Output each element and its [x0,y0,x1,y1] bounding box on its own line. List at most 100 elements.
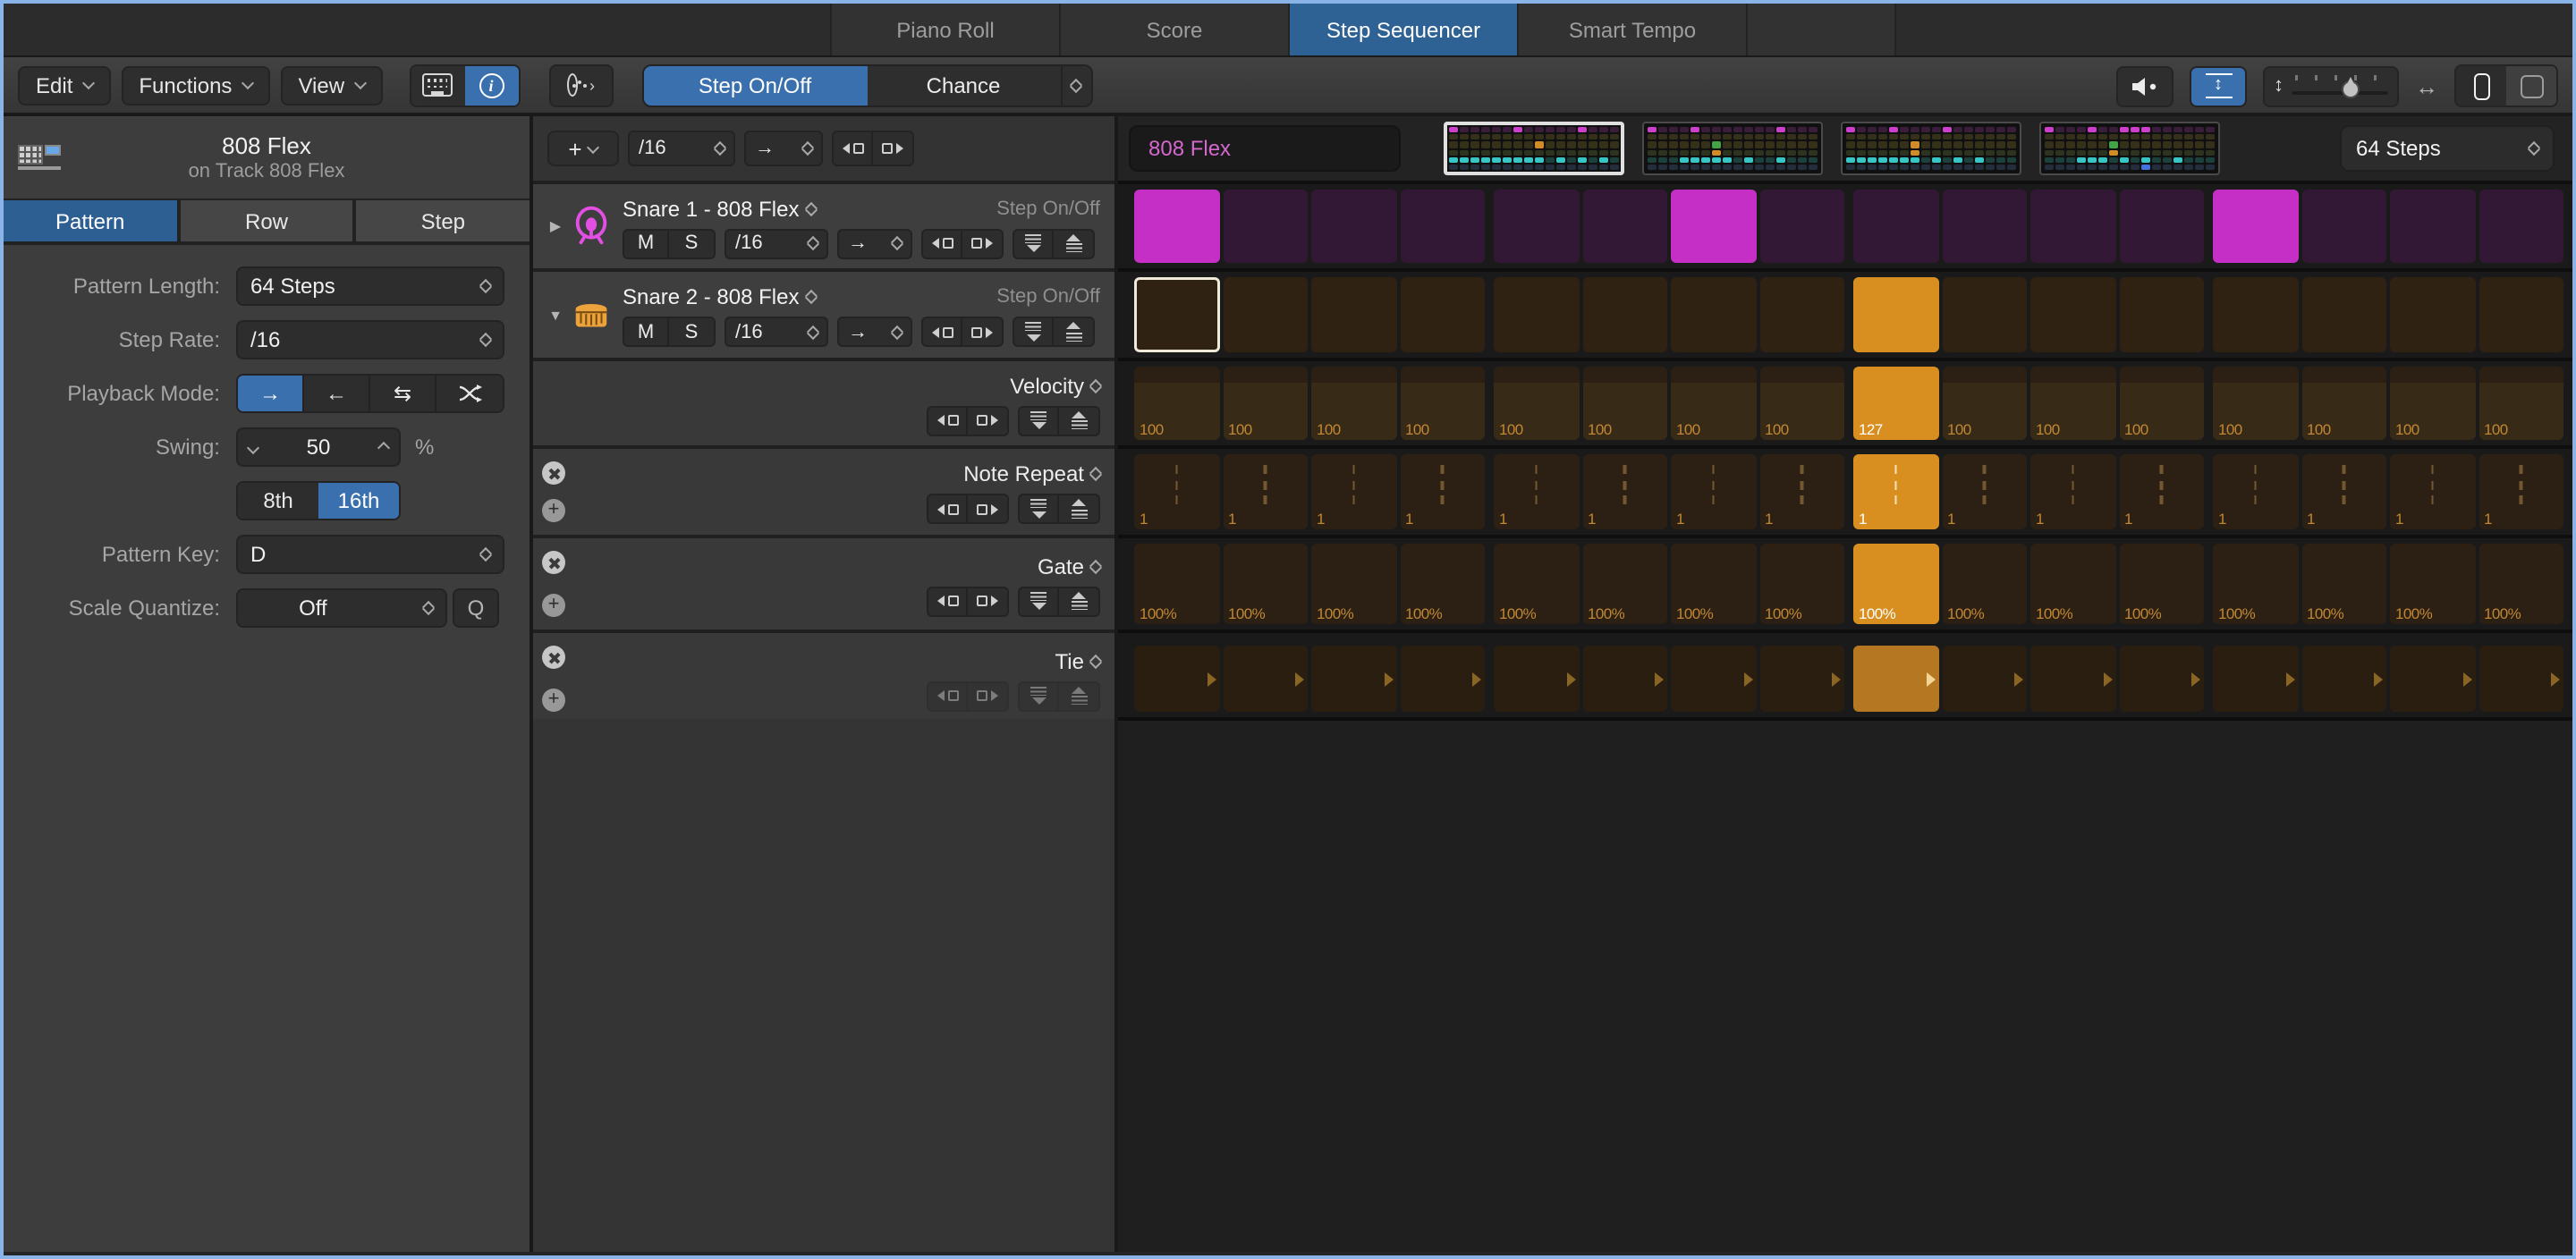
row-rate-stepper[interactable]: /16 [724,228,828,258]
step-cell[interactable]: 100 [1759,367,1844,440]
pattern-name-display[interactable]: 808 Flex [1129,125,1401,172]
step-cell[interactable]: 1 [2119,454,2204,529]
step-cell[interactable] [1134,190,1219,263]
step-cell[interactable] [2213,646,2298,712]
track-row-snare2[interactable]: ▼Snare 2 - 808 FlexStep On/OffMS/16→ [533,272,1114,361]
pattern-thumbnail-1[interactable] [1444,122,1624,175]
global-direction-stepper[interactable]: → [744,131,823,166]
value-fill-buttons[interactable] [1013,317,1095,347]
step-cell[interactable] [1759,646,1844,712]
step-cell[interactable] [1311,646,1396,712]
step-cell[interactable] [1134,646,1219,712]
add-subrow-button[interactable]: + [542,594,565,617]
view-tab-piano-roll[interactable]: Piano Roll [830,4,1059,55]
step-cell[interactable]: 1 [1311,454,1396,529]
step-cell[interactable] [1671,190,1756,263]
ping-pong-icon[interactable]: ⇆ [370,376,436,411]
row-direction-stepper[interactable]: → [837,228,912,258]
step-cell[interactable] [2119,277,2204,352]
swing-16th-button[interactable]: 16th [318,483,399,519]
add-subrow-button[interactable]: + [542,499,565,522]
step-cell[interactable] [1759,277,1844,352]
step-cell[interactable] [1400,277,1485,352]
step-cell[interactable]: 100% [2390,544,2475,624]
step-cell[interactable] [1853,190,1938,263]
solo-button[interactable]: S [669,230,714,257]
step-cell[interactable] [2301,277,2386,352]
step-cell[interactable]: 100 [1311,367,1396,440]
step-cell[interactable]: 1 [2390,454,2475,529]
tab-pattern[interactable]: Pattern [4,200,180,241]
step-cell[interactable] [2479,190,2563,263]
swing-8th-button[interactable]: 8th [238,483,318,519]
rotate-buttons[interactable] [927,405,1009,435]
step-cell[interactable] [1311,277,1396,352]
step-cell[interactable]: 100% [1582,544,1667,624]
step-cell[interactable]: 127 [1853,367,1938,440]
step-cell[interactable]: 100 [1494,367,1579,440]
step-cell[interactable] [1494,190,1579,263]
step-on-off-button[interactable]: Step On/Off [643,65,867,105]
step-cell[interactable]: 1 [1942,454,2027,529]
step-cell[interactable]: 1 [1759,454,1844,529]
step-cell[interactable] [1853,646,1938,712]
step-cell[interactable]: 100% [1671,544,1756,624]
step-cell[interactable]: 1 [1400,454,1485,529]
step-cell[interactable]: 1 [2213,454,2298,529]
step-cell[interactable] [1582,277,1667,352]
add-subrow-button[interactable]: + [542,689,565,712]
step-cell[interactable] [1400,646,1485,712]
shuffle-icon[interactable] [436,376,503,411]
step-cell[interactable]: 1 [1582,454,1667,529]
step-cell[interactable]: 1 [1223,454,1308,529]
remove-subrow-button[interactable] [542,646,565,669]
step-cell[interactable] [2030,646,2115,712]
step-cell[interactable] [1853,277,1938,352]
step-cell[interactable] [2390,277,2475,352]
functions-menu[interactable]: Functions [121,65,269,105]
track-row-tie[interactable]: + Tie [533,633,1114,718]
step-cell[interactable]: 1 [1853,454,1938,529]
step-cell[interactable] [1671,277,1756,352]
step-cell[interactable]: 100% [1134,544,1219,624]
step-cell[interactable] [1494,646,1579,712]
scale-quantize-select[interactable]: Off [236,588,447,628]
value-fill-buttons[interactable] [1018,680,1100,711]
step-cell[interactable]: 100 [2390,367,2475,440]
step-cell[interactable]: 100 [2479,367,2563,440]
step-cell[interactable] [1942,190,2027,263]
step-cell[interactable] [2030,190,2115,263]
step-cell[interactable]: 100% [2213,544,2298,624]
disclosure-triangle-icon[interactable]: ▼ [542,307,569,323]
step-cell[interactable] [2479,277,2563,352]
subrow-label[interactable]: Gate [1038,553,1084,579]
single-pane-button[interactable] [2456,66,2506,106]
dual-pane-button[interactable] [2506,66,2556,106]
row-direction-stepper[interactable]: → [837,317,912,347]
step-cell[interactable]: 100% [2030,544,2115,624]
edit-menu[interactable]: Edit [18,65,110,105]
add-row-button[interactable]: + [547,131,619,166]
step-cell[interactable]: 100 [2030,367,2115,440]
step-cell[interactable] [2301,190,2386,263]
increment-icon[interactable] [377,441,390,453]
steps-select[interactable]: 64 Steps [2340,125,2555,172]
track-row-gate[interactable]: + Gate [533,538,1114,633]
step-cell[interactable] [1942,646,2027,712]
rotate-buttons[interactable] [921,228,1004,258]
step-cell[interactable] [1671,646,1756,712]
step-cell[interactable]: 100 [1942,367,2027,440]
tab-step[interactable]: Step [357,200,530,241]
step-cell[interactable] [1400,190,1485,263]
step-cell[interactable]: 100 [1134,367,1219,440]
view-menu[interactable]: View [280,65,382,105]
step-cell[interactable] [1134,277,1219,352]
global-rate-stepper[interactable]: /16 [628,131,735,166]
step-cell[interactable]: 100 [2119,367,2204,440]
step-cell[interactable] [1311,190,1396,263]
subrow-label[interactable]: Tie [1055,648,1084,673]
disclosure-triangle-icon[interactable]: ▶ [542,218,569,234]
mute-button[interactable]: M [624,318,669,345]
track-name[interactable]: Snare 1 - 808 Flex [623,196,799,221]
play-forward-icon[interactable]: → [238,376,304,411]
